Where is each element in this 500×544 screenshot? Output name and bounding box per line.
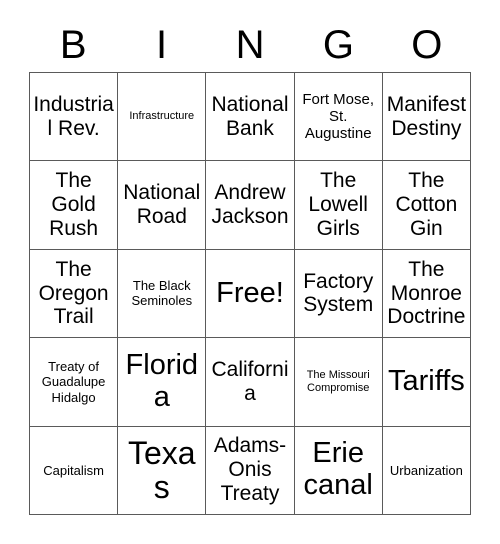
bingo-cell-label: The Black Seminoles [131, 278, 193, 309]
bingo-cell-label: California [211, 357, 289, 405]
bingo-cell-label: Texas [127, 434, 196, 506]
bingo-grid: Industrial Rev. Infrastructure National … [29, 72, 471, 515]
bingo-cell-label: The Monroe Doctrine [387, 257, 466, 329]
bingo-cell-label: The Cotton Gin [395, 169, 458, 241]
bingo-cell-r1c5[interactable]: Manifest Destiny [382, 73, 471, 162]
bingo-cell-r1c4[interactable]: Fort Mose, St. Augustine [294, 73, 383, 162]
bingo-cell-label: Andrew Jackson [211, 181, 289, 229]
bingo-cell-r5c5[interactable]: Urbanization [382, 426, 471, 515]
bingo-cell-r5c1[interactable]: Capitalism [30, 426, 119, 515]
bingo-cell-r3c5[interactable]: The Monroe Doctrine [382, 249, 471, 339]
bingo-cell-r5c3[interactable]: Adams-Onis Treaty [206, 426, 295, 515]
bingo-cell-r5c4[interactable]: Erie canal [294, 426, 383, 515]
bingo-cell-label: Erie canal [303, 437, 373, 502]
bingo-cell-r4c3[interactable]: California [206, 338, 295, 427]
bingo-header-letter-i: I [156, 23, 168, 67]
bingo-cell-r1c2[interactable]: Infrastructure [118, 73, 207, 162]
bingo-cell-r4c4[interactable]: The Missouri Compromise [294, 338, 383, 427]
bingo-cell-r2c3[interactable]: Andrew Jackson [206, 161, 295, 250]
bingo-cell-label: Florida [125, 349, 199, 413]
bingo-header-letter-g: G [322, 23, 354, 67]
bingo-cell-r3c1[interactable]: The Oregon Trail [30, 249, 119, 339]
bingo-cell-r1c1[interactable]: Industrial Rev. [30, 73, 119, 162]
bingo-cell-label: Infrastructure [129, 110, 195, 123]
bingo-cell-label: Urbanization [389, 462, 463, 478]
bingo-cell-free-space[interactable]: Free! [206, 249, 295, 339]
bingo-cell-label: National Bank [211, 92, 289, 140]
bingo-cell-r2c4[interactable]: The Lowell Girls [294, 161, 383, 250]
bingo-cell-r2c2[interactable]: National Road [118, 161, 207, 250]
bingo-cell-r1c3[interactable]: National Bank [206, 73, 295, 162]
bingo-header-letter-n: N [235, 23, 265, 67]
bingo-cell-r5c2[interactable]: Texas [118, 426, 207, 515]
bingo-cell-label: Capitalism [43, 462, 104, 478]
bingo-cell-label: Manifest Destiny [386, 92, 467, 140]
bingo-cell-label: Treaty of Guadalupe Hidalgo [41, 358, 106, 405]
bingo-header-letter-b: B [59, 23, 87, 67]
bingo-header-letter-o: O [411, 23, 443, 67]
bingo-header-row: B I N G O [29, 18, 471, 72]
bingo-cell-r3c4[interactable]: Factory System [294, 249, 383, 339]
bingo-cell-label: The Missouri Compromise [306, 368, 370, 394]
bingo-cell-label: Industrial Rev. [33, 92, 114, 140]
bingo-cell-label: Fort Mose, St. Augustine [302, 90, 375, 143]
bingo-cell-label: Factory System [303, 269, 374, 317]
bingo-cell-r4c5[interactable]: Tariffs [382, 338, 471, 427]
bingo-cell-r4c1[interactable]: Treaty of Guadalupe Hidalgo [30, 338, 119, 427]
bingo-cell-r3c2[interactable]: The Black Seminoles [118, 249, 207, 339]
bingo-cell-label: The Oregon Trail [38, 257, 109, 329]
bingo-cell-r4c2[interactable]: Florida [118, 338, 207, 427]
bingo-free-space-label: Free! [216, 276, 284, 309]
bingo-card: B I N G O Industrial Rev. Infrastructure… [0, 0, 500, 544]
bingo-cell-label: Adams-Onis Treaty [213, 434, 287, 506]
bingo-cell-label: Tariffs [387, 364, 465, 397]
bingo-cell-label: The Gold Rush [49, 169, 99, 241]
bingo-cell-r2c5[interactable]: The Cotton Gin [382, 161, 471, 250]
bingo-cell-r2c1[interactable]: The Gold Rush [30, 161, 119, 250]
bingo-cell-label: National Road [123, 181, 201, 229]
bingo-cell-label: The Lowell Girls [308, 169, 368, 241]
